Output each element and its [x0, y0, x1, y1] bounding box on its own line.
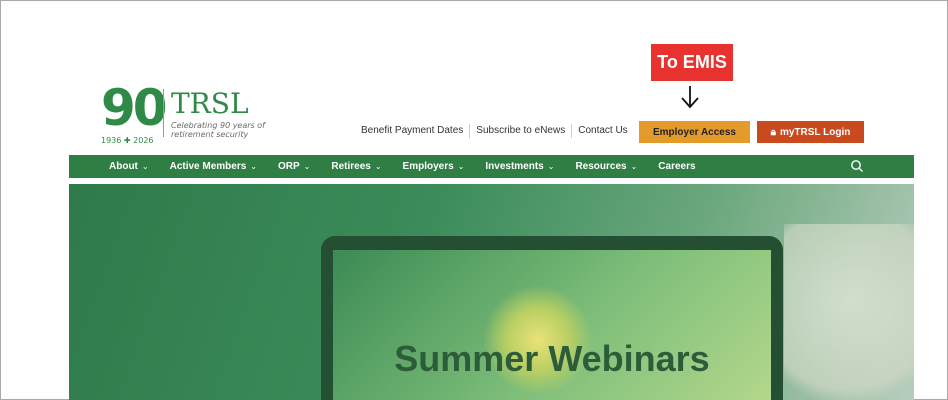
chevron-down-icon: ⌄: [141, 162, 149, 171]
nav-label: Active Members: [169, 161, 247, 172]
nav-item-employers[interactable]: Employers ⌄: [403, 161, 465, 172]
nav-label: Investments: [485, 161, 544, 172]
search-icon[interactable]: [850, 159, 864, 173]
nav-item-orp[interactable]: ORP ⌄: [278, 161, 310, 172]
chevron-down-icon: ⌄: [547, 162, 555, 171]
logo-divider: [163, 89, 164, 137]
to-emis-callout: To EMIS: [648, 41, 736, 84]
nav-label: About: [109, 161, 138, 172]
hero-banner[interactable]: Summer Webinars: [69, 184, 914, 400]
nav-item-about[interactable]: About ⌄: [109, 161, 149, 172]
logo-tagline: Celebrating 90 years of retirement secur…: [171, 121, 265, 139]
lock-icon: 🔒︎: [770, 126, 776, 138]
mytrsl-login-button[interactable]: 🔒︎ myTRSL Login: [757, 121, 864, 143]
nav-label: Employers: [402, 161, 454, 172]
logo-years: 1936 ✚ 2026: [101, 136, 154, 145]
chevron-down-icon: ⌄: [374, 162, 382, 171]
util-link-benefit-payment-dates[interactable]: Benefit Payment Dates: [355, 124, 471, 138]
logo-wordmark: TRSL: [171, 87, 249, 120]
employer-access-button[interactable]: Employer Access: [639, 121, 750, 143]
chevron-down-icon: ⌄: [457, 162, 465, 171]
chevron-down-icon: ⌄: [250, 162, 257, 171]
nav-label: Retirees: [331, 161, 371, 172]
website-page: 90 1936 ✚ 2026 TRSL Celebrating 90 years…: [69, 69, 914, 400]
trsl-logo[interactable]: 90 1936 ✚ 2026 TRSL Celebrating 90 years…: [101, 81, 281, 145]
laptop-screen: Summer Webinars: [333, 250, 771, 400]
screenshot-frame: 90 1936 ✚ 2026 TRSL Celebrating 90 years…: [0, 0, 948, 400]
logo-90-mark: 90: [101, 79, 168, 137]
nav-label: Resources: [575, 161, 627, 172]
nav-item-resources[interactable]: Resources ⌄: [575, 161, 637, 172]
down-arrow-icon: [681, 86, 699, 109]
hero-title: Summer Webinars: [394, 338, 710, 379]
chevron-down-icon: ⌄: [303, 162, 311, 171]
nav-item-careers[interactable]: Careers: [658, 161, 695, 172]
util-link-subscribe-enews[interactable]: Subscribe to eNews: [470, 124, 573, 138]
main-nav: About ⌄ Active Members ⌄ ORP ⌄ Retirees …: [69, 155, 914, 178]
nav-item-investments[interactable]: Investments ⌄: [485, 161, 554, 172]
nav-item-retirees[interactable]: Retirees ⌄: [331, 161, 381, 172]
utility-nav: Benefit Payment Dates Subscribe to eNews…: [355, 118, 634, 144]
laptop-illustration: Summer Webinars: [321, 236, 783, 400]
nav-label: ORP: [278, 161, 300, 172]
chevron-down-icon: ⌄: [630, 162, 638, 171]
util-link-contact-us[interactable]: Contact Us: [572, 124, 633, 138]
nav-label: Careers: [658, 161, 696, 172]
hero-background-shape: [784, 224, 914, 400]
mytrsl-login-label: myTRSL Login: [779, 126, 851, 138]
nav-item-active-members[interactable]: Active Members ⌄: [170, 161, 257, 172]
